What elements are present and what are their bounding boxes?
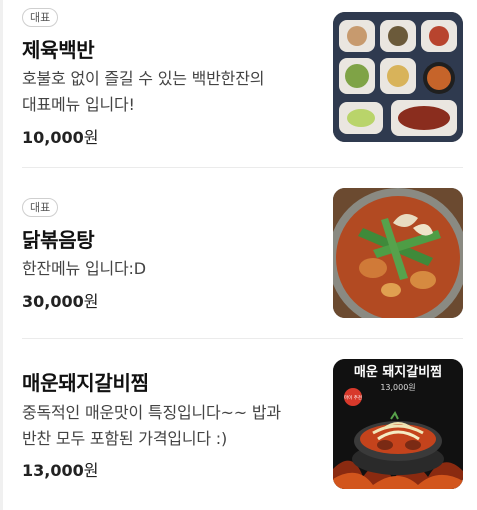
menu-item-price: 30,000원 — [22, 292, 99, 311]
menu-item-name: 닭볶음탕 — [22, 228, 95, 252]
menu-item-description: 한잔메뉴 입니다:D — [22, 259, 146, 278]
menu-item-description: 중독적인 매운맛이 특징입니다~~ 밥과 반찬 모두 포함된 가격입니다 :) — [22, 403, 281, 448]
signature-badge: 대표 — [22, 198, 59, 217]
dakbokkeumtang-photo — [333, 188, 463, 318]
menu-item-jeyuk[interactable]: 대표 제육백반 호불호 없이 즐길 수 있는 백반한잔의 대표메뉴 입니다! 1… — [0, 0, 477, 167]
menu-item-photo[interactable] — [333, 188, 463, 318]
menu-item-name: 매운돼지갈비찜 — [22, 371, 149, 395]
menu-item-photo[interactable] — [333, 12, 463, 142]
menu-item-dakbokkeumtang[interactable]: 대표 닭볶음탕 한잔메뉴 입니다:D 30,000원 — [0, 168, 477, 338]
menu-item-price: 10,000원 — [22, 128, 99, 147]
poster-stamp: 마이 추천 — [344, 394, 362, 401]
galbijjim-poster-photo: 매운 돼지갈비찜 13,000원 마이 추천 — [333, 359, 463, 489]
menu-item-description: 호불호 없이 즐길 수 있는 백반한잔의 대표메뉴 입니다! — [22, 69, 265, 114]
poster-title: 매운 돼지갈비찜 — [354, 364, 442, 380]
jeyuk-baekban-photo — [333, 12, 463, 142]
menu-item-price: 13,000원 — [22, 461, 99, 480]
poster-price: 13,000원 — [380, 383, 415, 392]
menu-item-photo[interactable]: 매운 돼지갈비찜 13,000원 마이 추천 — [333, 359, 463, 489]
menu-item-maeun-dwaeji-galbijjim[interactable]: 매운돼지갈비찜 중독적인 매운맛이 특징입니다~~ 밥과 반찬 모두 포함된 가… — [0, 339, 477, 510]
menu-item-name: 제육백반 — [22, 38, 95, 62]
signature-badge: 대표 — [22, 8, 59, 27]
menu-list: 대표 제육백반 호불호 없이 즐길 수 있는 백반한잔의 대표메뉴 입니다! 1… — [0, 0, 477, 510]
